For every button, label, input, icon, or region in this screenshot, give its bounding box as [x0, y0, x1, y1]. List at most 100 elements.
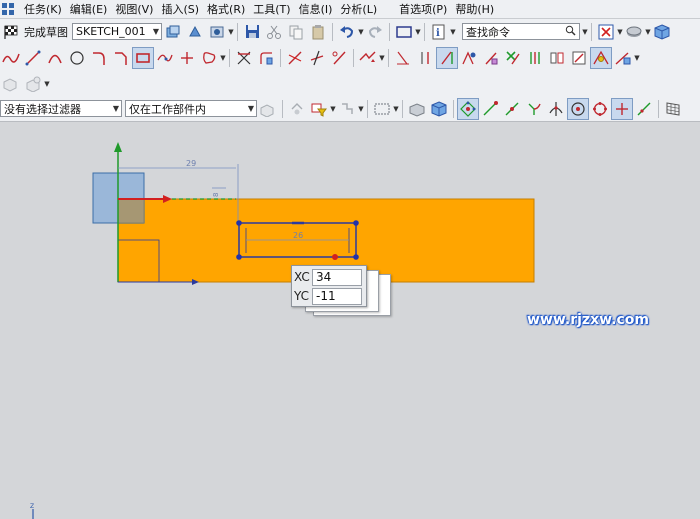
- reattach-icon[interactable]: [184, 21, 206, 43]
- chamfer-icon[interactable]: [110, 47, 132, 69]
- chevron-down-icon[interactable]: ▼: [228, 21, 234, 43]
- quick-extend-icon[interactable]: [284, 47, 306, 69]
- checkered-flag-icon[interactable]: [0, 21, 22, 43]
- chevron-down-icon[interactable]: ▼: [379, 47, 385, 69]
- chevron-down-icon[interactable]: ▼: [393, 98, 399, 120]
- alternate-solution-icon[interactable]: [568, 47, 590, 69]
- existing-point-icon[interactable]: [611, 97, 633, 120]
- render-style-icon[interactable]: [623, 21, 645, 43]
- filter-funnel-icon[interactable]: [308, 98, 330, 120]
- menu-preferences[interactable]: 首选项(P): [395, 1, 451, 17]
- midpoint-icon[interactable]: [501, 98, 523, 120]
- save-icon[interactable]: [241, 21, 263, 43]
- offset-curve-icon[interactable]: [255, 47, 277, 69]
- curve-rule-icon[interactable]: [336, 98, 358, 120]
- yc-input[interactable]: -11: [312, 287, 362, 305]
- menu-tools[interactable]: 工具(T): [249, 1, 294, 17]
- finish-sketch-label[interactable]: 完成草图: [24, 24, 68, 40]
- remove-constraint-icon[interactable]: [502, 47, 524, 69]
- menu-task[interactable]: 任务(K): [20, 1, 66, 17]
- menu-insert[interactable]: 插入(S): [157, 1, 203, 17]
- mirror-curve-icon[interactable]: [357, 47, 379, 69]
- control-point-icon[interactable]: [523, 98, 545, 120]
- dim-29-label[interactable]: 29: [186, 159, 196, 168]
- menu-format[interactable]: 格式(R): [203, 1, 249, 17]
- rectangle-select-icon[interactable]: [393, 21, 415, 43]
- chevron-down-icon[interactable]: ▼: [450, 21, 456, 43]
- corner-point-tr[interactable]: [353, 220, 359, 226]
- arc-icon[interactable]: [44, 47, 66, 69]
- intersection-icon[interactable]: [545, 98, 567, 120]
- arc-center-icon[interactable]: [567, 97, 589, 120]
- assembly-filter-icon[interactable]: [257, 98, 279, 120]
- auto-constraint-icon[interactable]: [458, 47, 480, 69]
- chevron-down-icon[interactable]: ▼: [44, 73, 50, 95]
- show-constraints-icon[interactable]: [480, 47, 502, 69]
- snap-point-icon[interactable]: [457, 97, 479, 120]
- profile-icon[interactable]: [0, 47, 22, 69]
- chevron-down-icon[interactable]: ▼: [634, 47, 640, 69]
- toolbar-separator: [453, 99, 454, 118]
- dimension-icon[interactable]: [392, 47, 414, 69]
- cube-icon[interactable]: [651, 21, 673, 43]
- search-command-input[interactable]: 查找命令: [462, 23, 580, 40]
- vertical-constraint-icon[interactable]: [414, 47, 436, 69]
- body-select-icon[interactable]: [406, 98, 428, 120]
- chevron-down-icon[interactable]: ▼: [358, 98, 364, 120]
- make-corner-icon[interactable]: [306, 47, 328, 69]
- fillet-icon[interactable]: [88, 47, 110, 69]
- point-icon[interactable]: [176, 47, 198, 69]
- corner-point-br[interactable]: [353, 254, 359, 260]
- chevron-down-icon[interactable]: ▼: [582, 21, 588, 43]
- studio-spline-icon[interactable]: [154, 47, 176, 69]
- dim-small-label[interactable]: 8: [212, 193, 220, 197]
- cube-icon[interactable]: [428, 98, 450, 120]
- circle-icon[interactable]: [66, 47, 88, 69]
- corner-point-bl[interactable]: [236, 254, 242, 260]
- quick-trim-icon[interactable]: [233, 47, 255, 69]
- search-icon[interactable]: [565, 25, 576, 39]
- sketch-plane-icon[interactable]: [162, 21, 184, 43]
- constraint-icon[interactable]: [436, 46, 458, 69]
- corner-point-tl[interactable]: [236, 220, 242, 226]
- paste-icon[interactable]: [307, 21, 329, 43]
- assembly-display-icon[interactable]: [22, 73, 44, 95]
- cut-icon[interactable]: [263, 21, 285, 43]
- chevron-down-icon[interactable]: ▼: [220, 47, 226, 69]
- graphics-window[interactable]: 29 8 26 Z XC 34 YC -11 www.rjzxw.com: [0, 122, 700, 519]
- menu-analysis[interactable]: 分析(L): [336, 1, 381, 17]
- app-grid-icon[interactable]: [2, 2, 16, 16]
- sketch-name-combo[interactable]: SKETCH_001 ▼: [72, 23, 162, 40]
- copy-icon[interactable]: [285, 21, 307, 43]
- cursor-snap-point[interactable]: [332, 254, 338, 260]
- rectangle-icon[interactable]: [132, 46, 154, 69]
- sketch-tools-icon[interactable]: [590, 46, 612, 69]
- derived-line-icon[interactable]: [328, 47, 350, 69]
- menu-help[interactable]: 帮助(H): [451, 1, 498, 17]
- chevron-down-icon[interactable]: ▼: [415, 21, 421, 43]
- grid-icon[interactable]: [662, 98, 684, 120]
- point-on-curve-icon[interactable]: [633, 98, 655, 120]
- sketch-style-icon[interactable]: [206, 21, 228, 43]
- menu-edit[interactable]: 编辑(E): [66, 1, 112, 17]
- orient-view-icon[interactable]: [595, 21, 617, 43]
- rectangle-select-icon[interactable]: [371, 98, 393, 120]
- dim-inner-label[interactable]: 26: [293, 231, 303, 240]
- animate-dimension-icon[interactable]: [524, 47, 546, 69]
- undo-icon[interactable]: [336, 21, 358, 43]
- polygon-icon[interactable]: [198, 47, 220, 69]
- menu-info[interactable]: 信息(I): [295, 1, 337, 17]
- quadrant-icon[interactable]: [589, 98, 611, 120]
- select-feature-icon[interactable]: [286, 98, 308, 120]
- xc-input[interactable]: 34: [312, 268, 362, 286]
- type-filter-combo[interactable]: 没有选择过滤器 ▼: [0, 100, 122, 117]
- line-icon[interactable]: [22, 47, 44, 69]
- info-icon[interactable]: i: [428, 21, 450, 43]
- convert-reference-icon[interactable]: [546, 47, 568, 69]
- selection-scope-combo[interactable]: 仅在工作部件内 ▼: [125, 100, 257, 117]
- redo-icon[interactable]: [364, 21, 386, 43]
- menu-view[interactable]: 视图(V): [111, 1, 157, 17]
- endpoint-icon[interactable]: [479, 98, 501, 120]
- part-display-icon[interactable]: [0, 73, 22, 95]
- inferred-constraints-icon[interactable]: [612, 47, 634, 69]
